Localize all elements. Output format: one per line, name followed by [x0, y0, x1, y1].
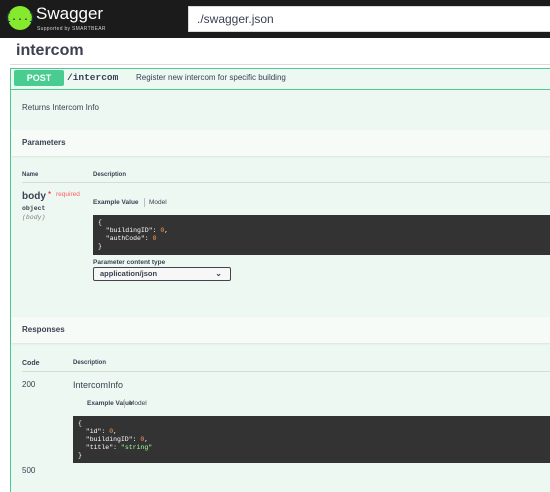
code-line: "title": "string" [78, 444, 546, 452]
operation-summary-bar[interactable]: POST /intercom Register new intercom for… [11, 69, 550, 90]
json-comma: , [164, 227, 169, 234]
responses-heading: Responses [22, 325, 65, 334]
response-code-500: 500 [22, 466, 36, 475]
required-star: * [48, 190, 52, 199]
response-tab-model[interactable]: Model [129, 400, 147, 407]
chevron-down-icon: ⌄ [215, 269, 222, 278]
parameters-section-header: Parameters [11, 130, 550, 156]
tab-example-value[interactable]: Example Value [93, 199, 139, 206]
code-brace: { [98, 219, 102, 226]
response-code-200: 200 [22, 380, 36, 389]
param-in: (body) [22, 214, 46, 221]
code-line: } [98, 243, 546, 251]
parameters-heading: Parameters [22, 138, 66, 147]
col-name-header: Name [22, 172, 39, 178]
json-key: "buildingID": [98, 227, 161, 234]
operation-block: POST /intercom Register new intercom for… [10, 68, 550, 492]
spec-url-input[interactable] [188, 6, 550, 32]
request-example-code: { "buildingID": 0, "authCode": 0} [93, 215, 550, 255]
col-code-header: Code [22, 360, 40, 367]
brand-name: Swagger [36, 4, 104, 23]
param-type: object [22, 205, 46, 212]
tag-title[interactable]: intercom [16, 42, 84, 60]
code-line: { [98, 219, 546, 227]
param-name: body [22, 191, 46, 202]
json-key: "id": [78, 428, 110, 435]
content-type-select[interactable]: application/json ⌄ [93, 267, 231, 281]
response-example-code: { "id": 0, "buildingID": 0, "title": "st… [73, 416, 550, 463]
swagger-logo-icon[interactable]: {...} [5, 6, 35, 30]
json-comma: , [113, 428, 118, 435]
json-key: "buildingID": [78, 436, 141, 443]
code-brace: } [78, 452, 82, 459]
response-tab-example-value[interactable]: Example Value [87, 400, 133, 407]
json-key: "title": [78, 444, 121, 451]
required-label: required [56, 191, 80, 198]
code-line: { [78, 420, 546, 428]
code-brace: } [98, 243, 102, 250]
code-line: "id": 0, [78, 428, 546, 436]
operation-path: /intercom [67, 72, 119, 83]
operation-description: Returns Intercom Info [22, 103, 99, 112]
col-response-description-header: Description [73, 360, 107, 366]
tab-separator [144, 198, 145, 207]
method-badge: POST [14, 70, 64, 86]
responses-section-header: Responses [11, 317, 550, 343]
content-type-value: application/json [100, 269, 158, 278]
json-value: "string" [120, 444, 153, 451]
code-brace: { [78, 420, 82, 427]
response-table-divider [22, 371, 550, 372]
code-line: "buildingID": 0, [78, 436, 546, 444]
tab-model[interactable]: Model [149, 199, 167, 206]
operation-summary: Register new intercom for specific build… [136, 73, 286, 82]
json-key: "authCode": [98, 235, 153, 242]
tag-divider [10, 64, 550, 65]
col-description-header: Description [93, 172, 127, 178]
json-value: 0 [152, 235, 157, 242]
response-description-200: IntercomInfo [73, 380, 124, 390]
content-type-label: Parameter content type [93, 259, 166, 266]
param-table-divider [22, 182, 550, 183]
top-bar: {...} Swagger Supported by SMARTBEAR [0, 0, 550, 38]
code-line: "buildingID": 0, [98, 227, 546, 235]
json-comma: , [144, 436, 149, 443]
code-line: } [78, 452, 546, 460]
code-line: "authCode": 0 [98, 235, 546, 243]
brand-subtitle: Supported by SMARTBEAR [37, 26, 106, 32]
tab-separator [124, 399, 125, 408]
